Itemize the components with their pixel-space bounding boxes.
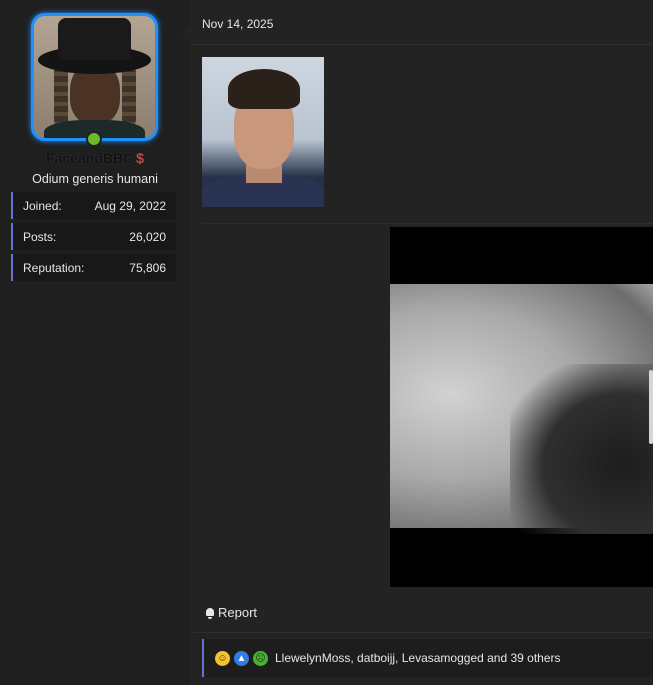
stat-posts: Posts: 26,020 bbox=[11, 223, 176, 250]
like-reaction-icon: ▲ bbox=[234, 650, 249, 666]
report-label: Report bbox=[218, 605, 258, 620]
embedded-video[interactable] bbox=[390, 227, 653, 587]
stat-reputation: Reputation: 75,806 bbox=[11, 254, 176, 281]
online-status-indicator bbox=[86, 131, 102, 147]
avatar[interactable] bbox=[31, 13, 158, 141]
divider bbox=[190, 44, 653, 45]
stat-value: Aug 29, 2022 bbox=[94, 198, 166, 213]
stat-value: 26,020 bbox=[129, 229, 166, 244]
user-sidebar: FaceandBBC $ Odium generis humani Joined:… bbox=[0, 0, 190, 685]
reactions-bar[interactable]: ☺ ▲ ☹ LlewelynMoss, datboijj, Levasamogg… bbox=[202, 639, 653, 677]
sick-reaction-icon: ☹ bbox=[253, 650, 268, 666]
divider bbox=[202, 223, 653, 224]
reactors-list[interactable]: LlewelynMoss, datboijj, Levasamogged and… bbox=[275, 651, 561, 665]
report-button[interactable]: Report bbox=[204, 605, 257, 620]
dollar-badge-icon: $ bbox=[136, 150, 144, 166]
divider bbox=[190, 632, 653, 633]
bell-icon bbox=[204, 607, 216, 619]
stat-label: Joined: bbox=[23, 198, 62, 213]
stat-label: Posts: bbox=[23, 229, 57, 244]
stat-label: Reputation: bbox=[23, 260, 85, 275]
stat-joined: Joined: Aug 29, 2022 bbox=[11, 192, 176, 219]
user-title: Odium generis humani bbox=[32, 172, 158, 186]
post-pointer-arrow bbox=[181, 24, 191, 44]
stat-value: 75,806 bbox=[129, 260, 166, 275]
laugh-reaction-icon: ☺ bbox=[215, 650, 230, 666]
username[interactable]: FaceandBBC $ bbox=[0, 150, 190, 166]
post-date[interactable]: Nov 14, 2025 bbox=[202, 17, 273, 31]
post-image-thumbnail[interactable] bbox=[202, 57, 324, 207]
video-scroll-handle[interactable] bbox=[649, 370, 653, 444]
